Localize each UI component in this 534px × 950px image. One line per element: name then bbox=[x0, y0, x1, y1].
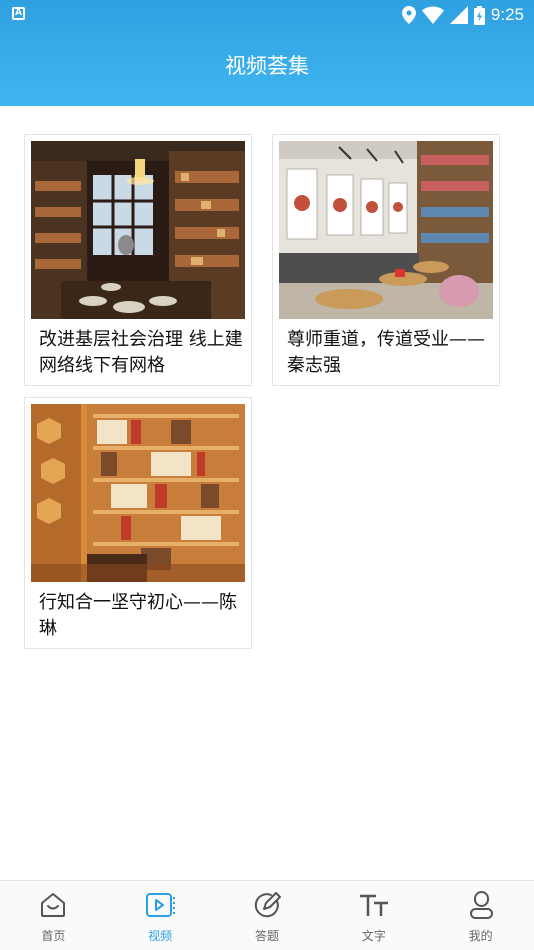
video-thumbnail[interactable] bbox=[279, 141, 493, 319]
tab-quiz[interactable]: 答题 bbox=[214, 881, 321, 950]
status-time: 9:25 bbox=[490, 5, 524, 24]
tab-mine[interactable]: 我的 bbox=[427, 881, 534, 950]
battery-icon bbox=[473, 5, 485, 25]
tab-home-label: 首页 bbox=[41, 929, 66, 943]
app-notification-icon: A bbox=[12, 7, 25, 20]
cafe-bookstore-image bbox=[279, 141, 493, 319]
tab-text-label: 文字 bbox=[361, 929, 386, 943]
edit-icon bbox=[254, 892, 281, 918]
warm-bookshelves-image bbox=[31, 404, 245, 582]
bottom-tab-bar: 首页 视频 答题 文字 我的 bbox=[0, 880, 534, 950]
wifi-icon bbox=[421, 6, 444, 24]
video-caption[interactable]: 改进基层社会治理 线上建网络线下有网格 bbox=[39, 327, 245, 379]
video-caption[interactable]: 行知合一坚守初心——陈琳 bbox=[39, 590, 245, 642]
tab-video-label: 视频 bbox=[148, 929, 173, 943]
dark-bookstore-image bbox=[31, 141, 245, 319]
tab-home[interactable]: 首页 bbox=[0, 881, 107, 950]
text-icon bbox=[359, 894, 388, 916]
status-bar: A 9:25 bbox=[0, 0, 534, 30]
page-title: 视频荟集 bbox=[225, 54, 309, 78]
video-card[interactable]: 改进基层社会治理 线上建网络线下有网格 bbox=[24, 134, 252, 386]
home-icon bbox=[41, 893, 66, 917]
video-thumbnail[interactable] bbox=[31, 404, 245, 582]
tab-text[interactable]: 文字 bbox=[320, 881, 427, 950]
location-icon bbox=[401, 6, 416, 24]
video-caption[interactable]: 尊师重道，传道受业——秦志强 bbox=[287, 327, 493, 379]
app-header: A 9:25 视频荟集 bbox=[0, 0, 534, 106]
tab-mine-label: 我的 bbox=[468, 929, 493, 943]
signal-icon bbox=[449, 6, 468, 24]
tab-quiz-label: 答题 bbox=[254, 929, 279, 943]
tab-video[interactable]: 视频 bbox=[107, 881, 214, 950]
user-icon bbox=[469, 891, 493, 919]
video-card[interactable]: 尊师重道，传道受业——秦志强 bbox=[272, 134, 500, 386]
video-card[interactable]: 行知合一坚守初心——陈琳 bbox=[24, 397, 252, 649]
video-icon bbox=[146, 893, 176, 917]
video-thumbnail[interactable] bbox=[31, 141, 245, 319]
